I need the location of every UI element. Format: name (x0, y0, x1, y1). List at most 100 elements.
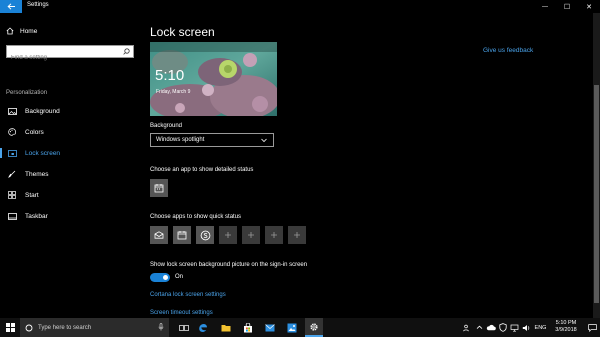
scrollbar-thumb[interactable] (594, 85, 599, 303)
picture-icon (6, 107, 18, 115)
sidebar-item-label: Background (25, 107, 60, 115)
mail-icon (154, 231, 164, 239)
volume-button[interactable] (520, 318, 532, 337)
screen-timeout-link[interactable]: Screen timeout settings (150, 310, 213, 316)
photos-app-button[interactable] (283, 318, 301, 337)
plus-icon (294, 232, 300, 238)
home-icon (6, 27, 14, 35)
background-dropdown-value: Windows spotlight (156, 137, 205, 143)
sidebar-item-label: Taskbar (25, 212, 48, 220)
sidebar: Home Personalization Background Colors L… (0, 13, 140, 318)
chevron-up-icon (476, 325, 482, 329)
onedrive-button[interactable] (485, 318, 496, 337)
calendar-icon (154, 184, 164, 193)
background-dropdown[interactable]: Windows spotlight (150, 133, 274, 147)
sidebar-item-start[interactable]: Start (0, 186, 140, 204)
quick-status-calendar-button[interactable] (173, 226, 191, 244)
quick-status-add-button[interactable] (288, 226, 306, 244)
sidebar-item-taskbar[interactable]: Taskbar (0, 207, 140, 225)
minimize-icon: — (542, 3, 548, 10)
file-explorer-button[interactable] (217, 318, 235, 337)
quick-status-row (150, 226, 310, 244)
give-feedback-link[interactable]: Give us feedback (483, 47, 533, 54)
signin-background-toggle[interactable] (150, 273, 170, 282)
chevron-down-icon (261, 138, 267, 143)
action-center-button[interactable] (586, 318, 598, 337)
palette-icon (6, 128, 18, 136)
back-arrow-icon (6, 3, 15, 10)
store-button[interactable] (239, 318, 257, 337)
search-icon[interactable] (123, 48, 130, 55)
search-box[interactable] (6, 45, 134, 64)
minimize-button[interactable]: — (534, 0, 556, 13)
quick-status-label: Choose apps to show quick status (150, 214, 242, 220)
quick-status-skype-button[interactable] (196, 226, 214, 244)
photos-icon (287, 323, 297, 332)
quick-status-add-button[interactable] (265, 226, 283, 244)
close-icon: ✕ (586, 3, 592, 11)
windows-logo-icon (5, 323, 15, 332)
microphone-icon[interactable] (158, 323, 164, 331)
quick-status-mail-button[interactable] (150, 226, 168, 244)
close-button[interactable]: ✕ (578, 0, 600, 13)
edge-button[interactable] (194, 318, 212, 337)
gear-icon (310, 322, 318, 331)
section-label: Personalization (6, 90, 48, 96)
taskbar: Type here to search ENG 5:10 PM 3/9/2018 (0, 318, 600, 337)
sidebar-item-colors[interactable]: Colors (0, 123, 140, 141)
window-title: Settings (27, 2, 49, 8)
home-label: Home (20, 27, 38, 35)
calendar-icon (177, 231, 187, 240)
people-icon (463, 324, 469, 331)
skype-icon (200, 230, 210, 240)
detailed-status-app-button[interactable] (150, 179, 168, 197)
start-button[interactable] (1, 318, 19, 337)
mail-app-button[interactable] (261, 318, 279, 337)
home-link[interactable]: Home (6, 27, 37, 35)
detailed-status-label: Choose an app to show detailed status (150, 167, 254, 173)
detailed-status-row (150, 179, 310, 197)
quick-status-add-button[interactable] (219, 226, 237, 244)
taskbar-icon (6, 212, 18, 220)
plus-icon (271, 232, 277, 238)
notification-icon (587, 323, 597, 332)
task-view-button[interactable] (175, 318, 193, 337)
clock-date: 3/9/2018 (555, 327, 577, 333)
show-hidden-icons-button[interactable] (474, 318, 484, 337)
maximize-button[interactable]: ☐ (556, 0, 578, 13)
lock-screen-icon (6, 149, 18, 157)
taskbar-search-placeholder: Type here to search (38, 324, 92, 331)
sidebar-item-label: Start (25, 191, 39, 199)
settings-app-button[interactable] (305, 318, 323, 337)
background-label: Background (150, 123, 183, 129)
network-icon (510, 324, 518, 332)
preview-date: Friday, March 9 (156, 89, 191, 95)
quick-status-add-button[interactable] (242, 226, 260, 244)
envelope-icon (265, 323, 275, 331)
cloud-icon (486, 324, 496, 331)
store-icon (244, 322, 252, 332)
shield-icon (498, 323, 507, 332)
lock-screen-preview: 5:10 Friday, March 9 (150, 42, 277, 116)
start-icon (6, 191, 18, 199)
cortana-icon (25, 324, 33, 331)
back-button[interactable] (0, 0, 22, 13)
vertical-scrollbar[interactable] (593, 13, 600, 318)
cortana-settings-link[interactable]: Cortana lock screen settings (150, 292, 226, 298)
toggle-state-text: On (175, 274, 184, 280)
sidebar-item-background[interactable]: Background (0, 102, 140, 120)
search-input[interactable] (7, 52, 117, 64)
people-button[interactable] (461, 318, 473, 337)
sidebar-item-lock-screen[interactable]: Lock screen (0, 144, 140, 162)
language-indicator[interactable]: ENG (533, 318, 548, 337)
toggle-knob (163, 275, 168, 280)
taskbar-clock[interactable]: 5:10 PM 3/9/2018 (548, 320, 584, 334)
clock-time: 5:10 PM (555, 320, 577, 326)
language-text: ENG (534, 324, 547, 331)
maximize-icon: ☐ (563, 3, 571, 11)
network-button[interactable] (509, 318, 519, 337)
sidebar-item-themes[interactable]: Themes (0, 165, 140, 183)
security-button[interactable] (497, 318, 508, 337)
brush-icon (6, 170, 18, 178)
taskbar-search-box[interactable]: Type here to search (20, 318, 169, 337)
